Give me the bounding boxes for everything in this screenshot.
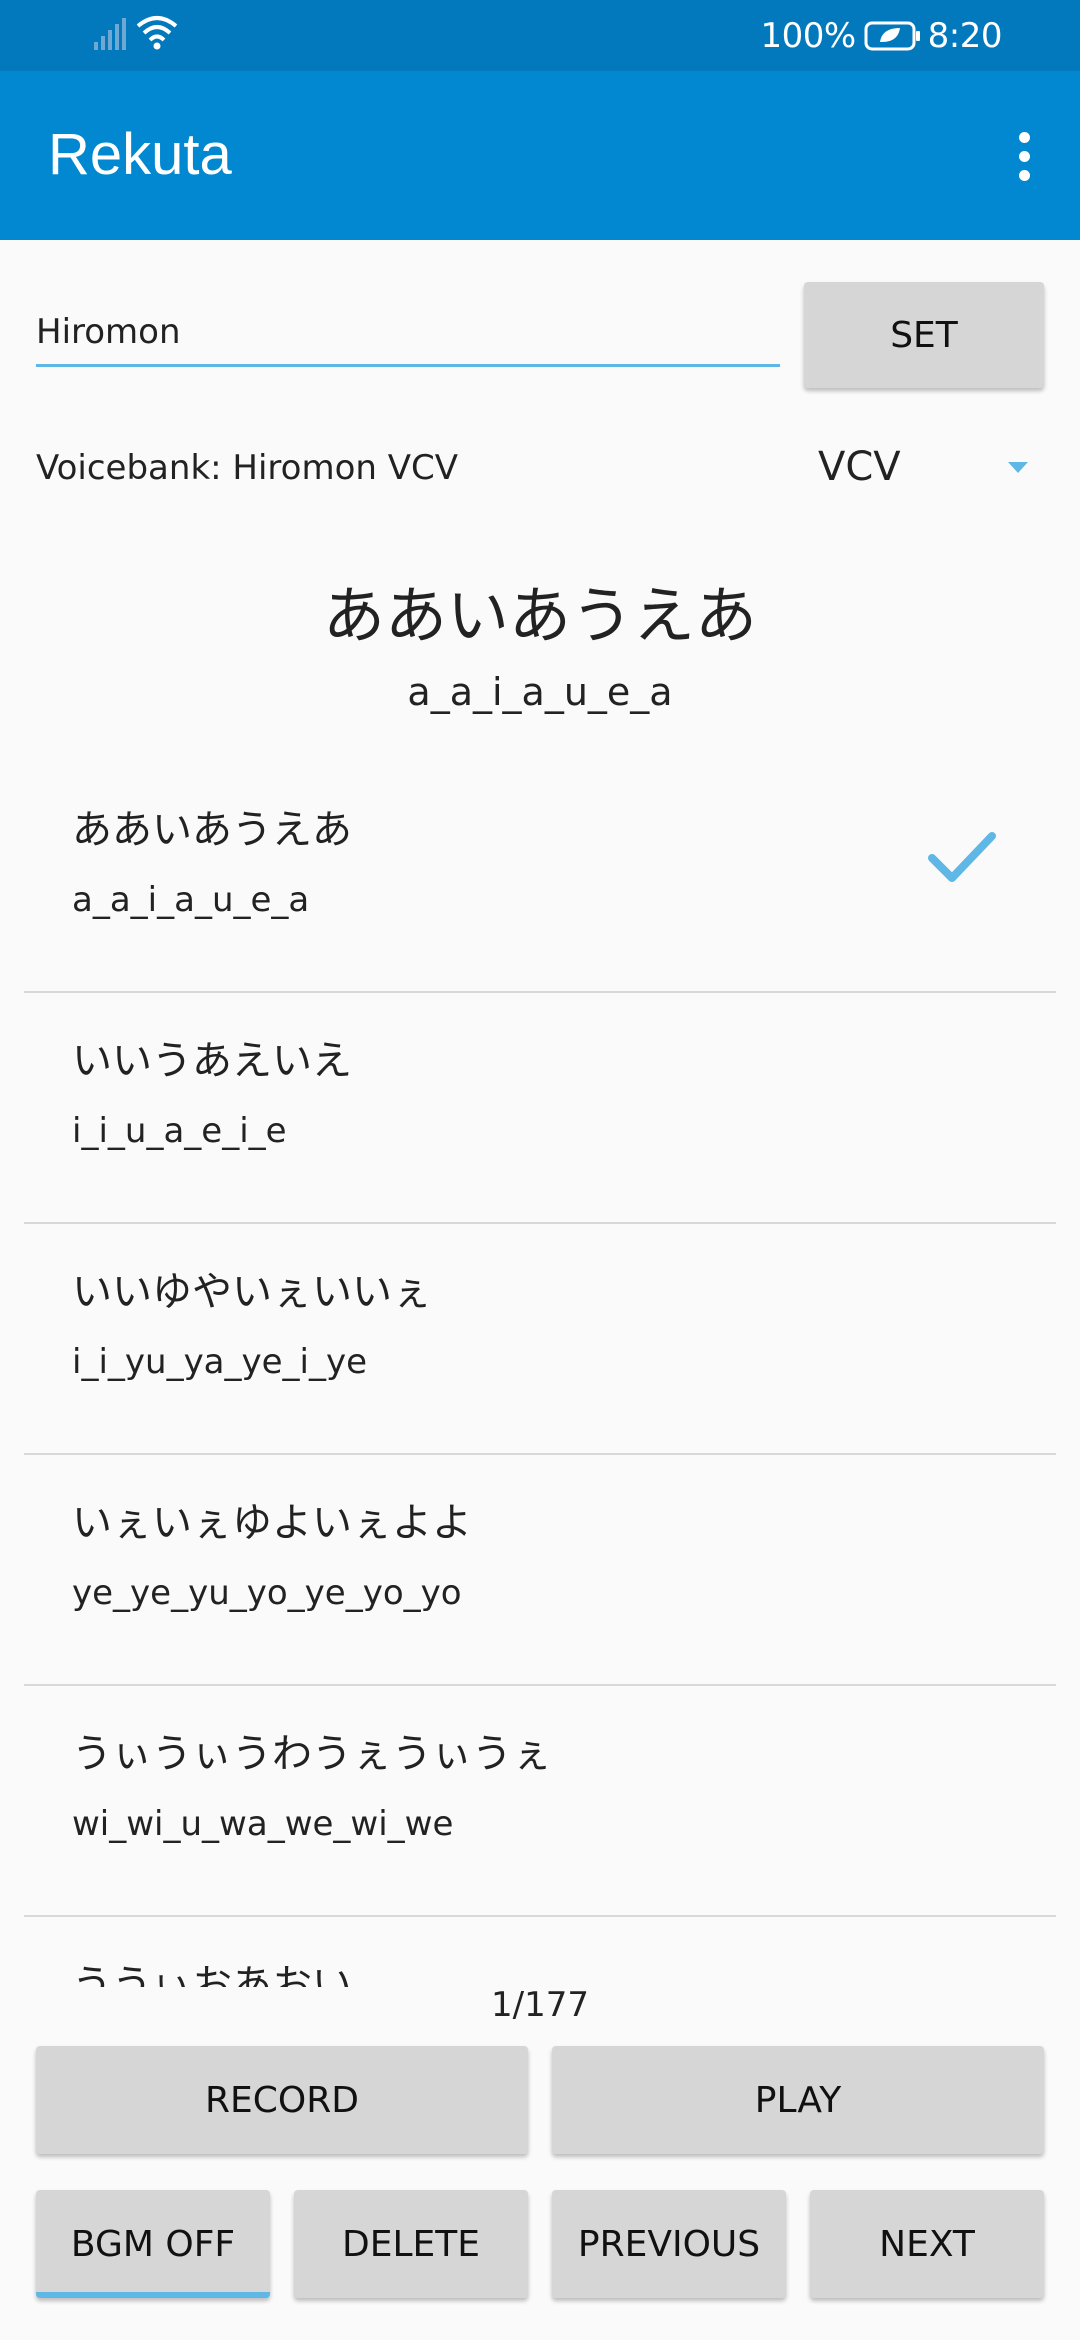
wifi-icon: [136, 16, 178, 50]
set-button[interactable]: SET: [804, 282, 1044, 388]
recording-type-value: VCV: [818, 444, 901, 490]
delete-button[interactable]: DELETE: [294, 2190, 528, 2298]
list-item[interactable]: うぃうぃうわうぇうぃうぇ wi_wi_u_wa_we_wi_we: [24, 1686, 1056, 1917]
record-button[interactable]: RECORD: [36, 2046, 528, 2154]
next-button[interactable]: NEXT: [810, 2190, 1044, 2298]
list-item-romaji: i_i_yu_ya_ye_i_ye: [72, 1342, 368, 1382]
list-item-romaji: i_i_u_a_e_i_e: [72, 1111, 287, 1151]
current-line-romaji: a_a_i_a_u_e_a: [407, 670, 673, 714]
bgm-indicator: [36, 2292, 270, 2298]
voicebank-label: Voicebank: Hiromon VCV: [36, 448, 458, 488]
battery-percent: 100%: [760, 16, 856, 56]
previous-button[interactable]: PREVIOUS: [552, 2190, 786, 2298]
voicebank-name-input[interactable]: [36, 300, 780, 367]
list-item[interactable]: いぇいぇゆよいぇよよ ye_ye_yu_yo_ye_yo_yo: [24, 1455, 1056, 1686]
dropdown-caret-icon: [1008, 462, 1028, 473]
list-item-romaji: ye_ye_yu_yo_ye_yo_yo: [72, 1573, 462, 1613]
list-item-kana: うぃうぃうわうぇうぃうぇ: [72, 1731, 552, 1777]
list-item-kana: ううぃおあおい: [72, 1962, 352, 1987]
list-item-kana: いいうあえいえ: [72, 1038, 352, 1084]
list-item[interactable]: ううぃおあおい: [24, 1917, 1056, 1987]
check-icon: [928, 832, 996, 882]
list-item-romaji: a_a_i_a_u_e_a: [72, 880, 310, 920]
recording-list[interactable]: ああいあうえあ a_a_i_a_u_e_a いいうあえいえ i_i_u_a_e_…: [24, 762, 1056, 1987]
current-line-kana: ああいあうえあ: [322, 579, 757, 652]
list-item[interactable]: いいうあえいえ i_i_u_a_e_i_e: [24, 993, 1056, 1224]
list-item-kana: ああいあうえあ: [72, 807, 352, 853]
status-right: 100% 8:20: [760, 14, 1002, 58]
battery-saver-icon: [864, 21, 920, 51]
status-bar: 100% 8:20: [0, 0, 1080, 71]
list-item-kana: いぇいぇゆよいぇよよ: [72, 1500, 472, 1546]
progress-counter: 1/177: [491, 1985, 589, 2025]
recording-type-dropdown[interactable]: VCV: [818, 440, 1028, 500]
list-item-romaji: wi_wi_u_wa_we_wi_we: [72, 1804, 454, 1844]
play-button[interactable]: PLAY: [552, 2046, 1044, 2154]
list-item[interactable]: いいゆやいぇいいぇ i_i_yu_ya_ye_i_ye: [24, 1224, 1056, 1455]
list-item[interactable]: ああいあうえあ a_a_i_a_u_e_a: [24, 762, 1056, 993]
clock: 8:20: [927, 16, 1003, 56]
bgm-toggle-button[interactable]: BGM OFF: [36, 2190, 270, 2298]
overflow-menu-icon[interactable]: [992, 121, 1056, 191]
list-item-kana: いいゆやいぇいいぇ: [72, 1269, 432, 1315]
cellular-signal-icon: [94, 18, 126, 50]
bgm-toggle-label: BGM OFF: [70, 2223, 236, 2265]
app-title: Rekuta: [48, 122, 232, 187]
app-bar: Rekuta: [0, 71, 1080, 240]
